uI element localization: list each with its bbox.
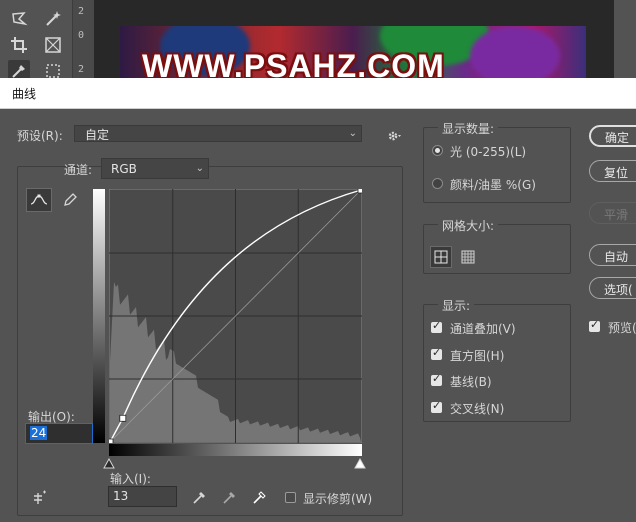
ruler-number: 2 xyxy=(78,64,85,75)
document-image: WWW.PSAHZ.COM xyxy=(120,26,586,82)
channel-label: 通道: xyxy=(64,163,93,177)
white-eyedropper-icon[interactable] xyxy=(249,486,271,508)
baseline-checkbox[interactable] xyxy=(431,372,442,386)
channel-overlay-label: 通道叠加(V) xyxy=(450,322,516,336)
output-gradient-bar xyxy=(93,189,105,443)
preview-checkbox[interactable] xyxy=(589,318,600,332)
curve-graph[interactable] xyxy=(109,189,362,443)
magic-wand-icon[interactable] xyxy=(42,8,64,30)
grid-small-icon[interactable] xyxy=(457,246,479,268)
input-field[interactable]: 13 xyxy=(108,486,177,507)
pigment-radio-label: 颜料/油墨 %(G) xyxy=(450,178,536,192)
dialog-titlebar[interactable]: 曲线 xyxy=(0,78,636,109)
curves-dialog: 曲线 预设(R): 自定 ⌄ 通道: RGB ⌄ 输出(O): 24 输入(I)… xyxy=(0,78,636,522)
ruler-number: 2 xyxy=(78,6,85,17)
lasso-icon[interactable] xyxy=(8,8,30,30)
input-value: 13 xyxy=(113,489,129,503)
white-point-slider[interactable] xyxy=(354,457,366,472)
gray-eyedropper-icon[interactable] xyxy=(219,486,241,508)
vertical-ruler: 2 0 2 xyxy=(72,0,95,82)
frame-icon[interactable] xyxy=(42,34,64,56)
ok-button[interactable]: 确定 xyxy=(589,125,636,147)
target-adjust-icon[interactable] xyxy=(28,487,50,509)
crop-icon[interactable] xyxy=(8,34,30,56)
histogram-checkbox[interactable] xyxy=(431,346,442,360)
preset-value: 自定 xyxy=(85,128,110,142)
document-watermark-text: WWW.PSAHZ.COM xyxy=(142,48,445,82)
preset-select[interactable]: 自定 ⌄ xyxy=(74,125,362,142)
show-clipping-checkbox[interactable] xyxy=(285,492,296,503)
input-gradient-bar xyxy=(109,444,362,456)
channel-value: RGB xyxy=(111,162,137,176)
curve-control-point[interactable] xyxy=(357,189,362,194)
pencil-icon[interactable] xyxy=(59,189,81,211)
output-value: 24 xyxy=(30,426,48,440)
output-field[interactable]: 24 xyxy=(25,423,93,444)
smooth-button[interactable]: 平滑 xyxy=(589,202,636,224)
channel-overlay-checkbox[interactable] xyxy=(431,319,442,333)
gear-icon[interactable] xyxy=(383,125,405,147)
channel-select[interactable]: RGB ⌄ xyxy=(101,158,209,179)
preview-label: 预览( xyxy=(608,321,636,335)
show-title: 显示: xyxy=(438,297,475,314)
toolbar xyxy=(0,0,72,82)
grid-large-icon[interactable] xyxy=(430,246,452,268)
light-radio[interactable] xyxy=(432,145,443,156)
dialog-title: 曲线 xyxy=(12,87,37,101)
baseline-label: 基线(B) xyxy=(450,375,492,389)
show-amount-title: 显示数量: xyxy=(438,120,499,137)
curve-control-point[interactable] xyxy=(109,438,114,443)
show-clipping-label: 显示修剪(W) xyxy=(303,492,373,506)
black-eyedropper-icon[interactable] xyxy=(189,486,211,508)
grid-size-title: 网格大小: xyxy=(438,217,499,234)
input-label: 输入(I): xyxy=(110,472,151,486)
options-button[interactable]: 选项( xyxy=(589,277,636,299)
curve-control-point[interactable] xyxy=(119,414,127,422)
panel-edge xyxy=(614,0,636,82)
reset-button[interactable]: 复位 xyxy=(589,160,636,182)
preset-label: 预设(R): xyxy=(17,129,63,143)
histogram-label: 直方图(H) xyxy=(450,349,505,363)
pigment-radio[interactable] xyxy=(432,178,443,189)
ruler-number: 0 xyxy=(78,30,85,41)
intersection-line-checkbox[interactable] xyxy=(431,399,442,413)
auto-button[interactable]: 自动 xyxy=(589,244,636,266)
curve-point-tool-icon[interactable] xyxy=(26,188,52,212)
chevron-down-icon: ⌄ xyxy=(195,163,204,174)
intersection-line-label: 交叉线(N) xyxy=(450,402,505,416)
light-radio-label: 光 (0-255)(L) xyxy=(450,145,527,159)
chevron-down-icon: ⌄ xyxy=(348,128,357,139)
